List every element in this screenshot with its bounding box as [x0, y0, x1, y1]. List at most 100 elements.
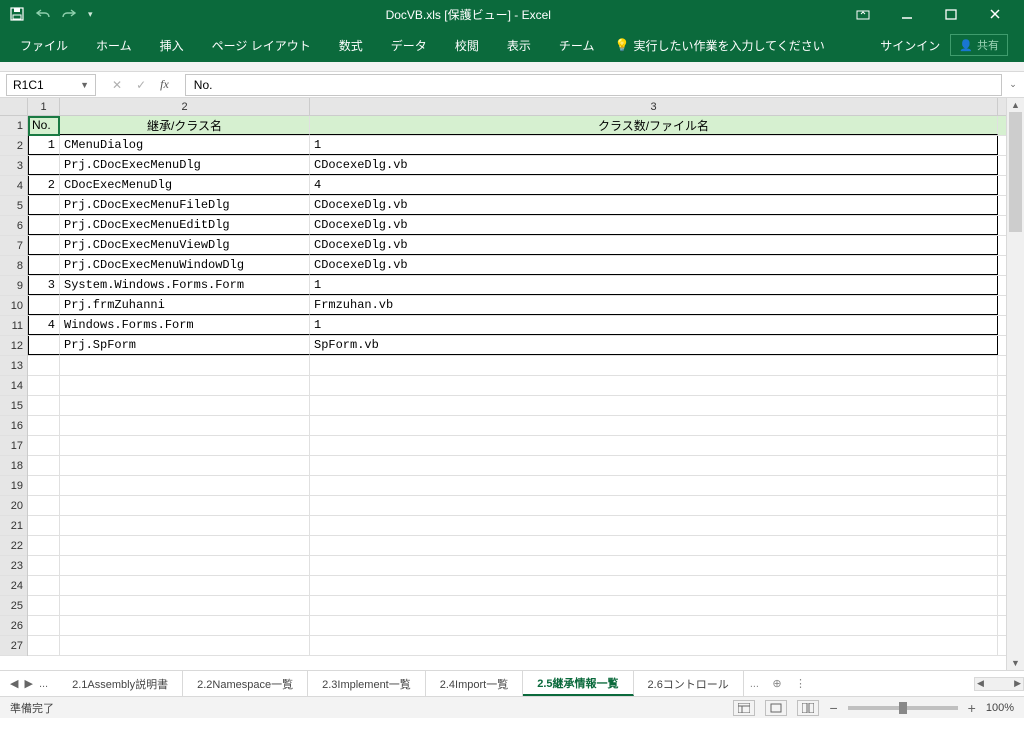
cell[interactable]: [28, 216, 60, 235]
tab-formulas[interactable]: 数式: [325, 28, 377, 62]
sheet-tab[interactable]: 2.2Namespace一覧: [183, 671, 308, 696]
cell[interactable]: [28, 256, 60, 275]
row-header[interactable]: 16: [0, 416, 27, 436]
cell[interactable]: [28, 336, 60, 355]
cell[interactable]: Prj.SpForm: [60, 336, 310, 355]
table-row[interactable]: [28, 516, 1006, 536]
horizontal-scrollbar[interactable]: ◀ ▶: [974, 677, 1024, 691]
ribbon-display-options-icon[interactable]: [848, 4, 878, 24]
cell[interactable]: [310, 616, 998, 635]
qat-customize-icon[interactable]: ▾: [88, 9, 93, 20]
row-header[interactable]: 14: [0, 376, 27, 396]
vertical-scrollbar[interactable]: ▲ ▼: [1006, 98, 1024, 670]
cell[interactable]: CDocexeDlg.vb: [310, 196, 998, 215]
cell[interactable]: [28, 576, 60, 595]
table-row[interactable]: [28, 536, 1006, 556]
cell[interactable]: 3: [28, 276, 60, 295]
cell[interactable]: 1: [310, 276, 998, 295]
table-row[interactable]: Prj.CDocExecMenuDlgCDocexeDlg.vb: [28, 156, 1006, 176]
signin-link[interactable]: サインイン: [880, 37, 940, 54]
formula-input[interactable]: No.: [185, 74, 1002, 96]
table-row[interactable]: 1CMenuDialog1: [28, 136, 1006, 156]
scroll-up-icon[interactable]: ▲: [1007, 98, 1024, 112]
table-row[interactable]: [28, 636, 1006, 656]
table-row[interactable]: [28, 496, 1006, 516]
cell[interactable]: 1: [310, 316, 998, 335]
sheet-tab[interactable]: 2.3Implement一覧: [308, 671, 426, 696]
row-header[interactable]: 21: [0, 516, 27, 536]
table-row[interactable]: [28, 616, 1006, 636]
cell[interactable]: [310, 356, 998, 375]
tab-page-layout[interactable]: ページ レイアウト: [198, 28, 325, 62]
cell[interactable]: 継承/クラス名: [60, 116, 310, 135]
cell[interactable]: [28, 376, 60, 395]
table-row[interactable]: [28, 396, 1006, 416]
cell[interactable]: [60, 596, 310, 615]
cells-area[interactable]: No.継承/クラス名クラス数/ファイル名1CMenuDialog1Prj.CDo…: [28, 116, 1006, 656]
row-header[interactable]: 26: [0, 616, 27, 636]
table-row[interactable]: [28, 556, 1006, 576]
row-header[interactable]: 9: [0, 276, 27, 296]
table-row[interactable]: [28, 576, 1006, 596]
row-header[interactable]: 11: [0, 316, 27, 336]
row-header[interactable]: 1: [0, 116, 27, 136]
cell[interactable]: System.Windows.Forms.Form: [60, 276, 310, 295]
cell[interactable]: [60, 376, 310, 395]
sheet-tab[interactable]: 2.4Import一覧: [426, 671, 523, 696]
row-header[interactable]: 23: [0, 556, 27, 576]
cell[interactable]: [60, 616, 310, 635]
row-header[interactable]: 13: [0, 356, 27, 376]
table-row[interactable]: 3System.Windows.Forms.Form1: [28, 276, 1006, 296]
undo-icon[interactable]: [36, 8, 50, 20]
cell[interactable]: [28, 516, 60, 535]
formula-bar-expand-icon[interactable]: ⌄: [1008, 79, 1024, 90]
table-row[interactable]: [28, 596, 1006, 616]
cell[interactable]: [28, 296, 60, 315]
cell[interactable]: Prj.CDocExecMenuEditDlg: [60, 216, 310, 235]
table-row[interactable]: Prj.CDocExecMenuFileDlgCDocexeDlg.vb: [28, 196, 1006, 216]
zoom-out-icon[interactable]: −: [829, 700, 837, 716]
table-row[interactable]: 4Windows.Forms.Form1: [28, 316, 1006, 336]
minimize-icon[interactable]: [892, 4, 922, 24]
cell[interactable]: [60, 636, 310, 655]
row-header[interactable]: 19: [0, 476, 27, 496]
cell[interactable]: [60, 556, 310, 575]
cell[interactable]: Prj.CDocExecMenuFileDlg: [60, 196, 310, 215]
cell[interactable]: [310, 436, 998, 455]
cell[interactable]: [60, 456, 310, 475]
name-box-dropdown-icon[interactable]: ▼: [80, 80, 89, 90]
cell[interactable]: [310, 416, 998, 435]
view-page-layout-icon[interactable]: [765, 700, 787, 716]
cell[interactable]: No.: [28, 116, 60, 135]
cell[interactable]: [310, 476, 998, 495]
cell[interactable]: [28, 436, 60, 455]
row-header[interactable]: 25: [0, 596, 27, 616]
cell[interactable]: 2: [28, 176, 60, 195]
row-header[interactable]: 18: [0, 456, 27, 476]
new-sheet-icon[interactable]: ⊕: [765, 677, 789, 690]
cell[interactable]: [310, 456, 998, 475]
row-header[interactable]: 7: [0, 236, 27, 256]
cell[interactable]: [28, 496, 60, 515]
zoom-level[interactable]: 100%: [986, 702, 1014, 714]
cell[interactable]: [60, 476, 310, 495]
tab-data[interactable]: データ: [377, 28, 441, 62]
table-row[interactable]: Prj.CDocExecMenuEditDlgCDocexeDlg.vb: [28, 216, 1006, 236]
cell[interactable]: [28, 536, 60, 555]
cell[interactable]: [60, 576, 310, 595]
table-row[interactable]: Prj.CDocExecMenuWindowDlgCDocexeDlg.vb: [28, 256, 1006, 276]
cell[interactable]: [310, 636, 998, 655]
cell[interactable]: [28, 476, 60, 495]
tab-insert[interactable]: 挿入: [146, 28, 198, 62]
cell[interactable]: [28, 616, 60, 635]
cell[interactable]: Windows.Forms.Form: [60, 316, 310, 335]
cell[interactable]: CDocExecMenuDlg: [60, 176, 310, 195]
table-row[interactable]: [28, 456, 1006, 476]
row-header[interactable]: 17: [0, 436, 27, 456]
col-header-2[interactable]: 2: [60, 98, 310, 115]
cell[interactable]: [60, 436, 310, 455]
cell[interactable]: [310, 516, 998, 535]
table-row[interactable]: 2CDocExecMenuDlg4: [28, 176, 1006, 196]
cell[interactable]: CDocexeDlg.vb: [310, 216, 998, 235]
cell[interactable]: [310, 396, 998, 415]
